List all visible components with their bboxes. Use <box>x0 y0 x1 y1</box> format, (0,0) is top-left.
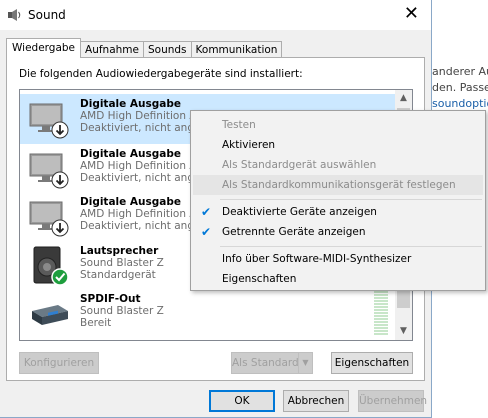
menu-item-test[interactable]: Testen <box>193 115 483 135</box>
menu-item-label: Aktivieren <box>222 139 276 151</box>
title-bar[interactable]: Sound ✕ <box>0 0 431 30</box>
menu-item-label: Eigenschaften <box>222 273 297 285</box>
device-driver: Sound Blaster Z <box>80 257 164 269</box>
tab-bar: Wiedergabe Aufnahme Sounds Kommunikation <box>6 38 283 58</box>
menu-item-show-disconnected[interactable]: ✔ Getrennte Geräte anzeigen <box>193 222 483 242</box>
tab-kommunikation[interactable]: Kommunikation <box>190 41 283 58</box>
context-menu: Testen Aktivieren Als Standardgerät ausw… <box>190 110 486 291</box>
menu-item-show-disabled[interactable]: ✔ Deaktivierte Geräte anzeigen <box>193 202 483 222</box>
device-status: Bereit <box>80 317 112 329</box>
scroll-up-icon[interactable]: ▲ <box>395 90 412 107</box>
device-status: Standardgerät <box>80 269 156 281</box>
device-name: Digitale Ausgabe <box>80 148 182 160</box>
tab-aufnahme[interactable]: Aufnahme <box>80 41 144 58</box>
device-driver: AMD High Definition A <box>80 208 197 220</box>
menu-item-properties[interactable]: Eigenschaften <box>193 269 483 289</box>
monitor-disabled-icon <box>29 153 69 189</box>
background-line-1: anderer Au <box>432 65 488 78</box>
device-driver: Sound Blaster Z <box>80 305 164 317</box>
menu-item-label: Deaktivierte Geräte anzeigen <box>222 206 377 218</box>
device-name: Lautsprecher <box>80 245 159 257</box>
menu-item-set-default[interactable]: Als Standardgerät auswählen <box>193 155 483 175</box>
configure-button[interactable]: Konfigurieren <box>19 352 99 374</box>
device-status: Deaktiviert, nicht anges <box>80 172 206 184</box>
properties-button[interactable]: Eigenschaften <box>331 352 413 374</box>
device-name: Digitale Ausgabe <box>80 196 182 208</box>
background-page-text: anderer Au den. Passe soundoptio <box>432 64 488 112</box>
set-default-label: Als Standard <box>232 357 299 369</box>
window-title: Sound <box>28 8 66 22</box>
menu-item-set-communication-default[interactable]: Als Standardkommunikationsgerät festlege… <box>193 175 483 195</box>
ok-button[interactable]: OK <box>209 390 275 412</box>
menu-item-label: Testen <box>222 119 256 131</box>
menu-item-midi-info[interactable]: Info über Software-MIDI-Synthesizer <box>193 249 483 269</box>
apply-button[interactable]: Übernehmen <box>358 390 427 412</box>
cancel-button[interactable]: Abbrechen <box>283 390 349 412</box>
menu-item-label: Als Standardgerät auswählen <box>222 159 377 171</box>
device-name: SPDIF-Out <box>80 293 141 305</box>
device-driver: AMD High Definition A <box>80 110 197 122</box>
menu-item-label: Als Standardkommunikationsgerät festlege… <box>222 179 456 191</box>
set-default-button[interactable]: Als Standard ▼ <box>231 352 313 374</box>
device-status: Deaktiviert, nicht anges <box>80 122 206 134</box>
device-name: Digitale Ausgabe <box>80 98 182 110</box>
tab-sounds[interactable]: Sounds <box>142 41 192 58</box>
speaker-icon <box>8 9 21 21</box>
speaker-default-icon <box>33 246 69 286</box>
chevron-down-icon[interactable]: ▼ <box>298 353 312 373</box>
menu-separator <box>220 199 482 200</box>
device-item[interactable]: SPDIF-Out Sound Blaster Z Bereit <box>20 289 396 339</box>
checkmark-icon: ✔ <box>201 225 212 239</box>
menu-item-label: Getrennte Geräte anzeigen <box>222 226 366 238</box>
close-icon[interactable]: ✕ <box>404 4 419 24</box>
intro-text: Die folgenden Audiowiedergabegeräte sind… <box>19 68 303 80</box>
menu-item-label: Info über Software-MIDI-Synthesizer <box>222 253 412 265</box>
background-line-2: den. Passe <box>432 81 488 94</box>
spdif-device-icon <box>32 305 68 325</box>
device-driver: AMD High Definition A <box>80 160 197 172</box>
tab-wiedergabe[interactable]: Wiedergabe <box>6 38 82 58</box>
device-status: Deaktiviert, nicht anges <box>80 220 206 232</box>
menu-item-enable[interactable]: Aktivieren <box>193 135 483 155</box>
menu-separator <box>220 246 482 247</box>
checkmark-icon: ✔ <box>201 205 212 219</box>
monitor-disabled-icon <box>29 201 69 237</box>
monitor-disabled-icon <box>29 103 69 139</box>
scroll-down-icon[interactable]: ▼ <box>395 323 412 340</box>
